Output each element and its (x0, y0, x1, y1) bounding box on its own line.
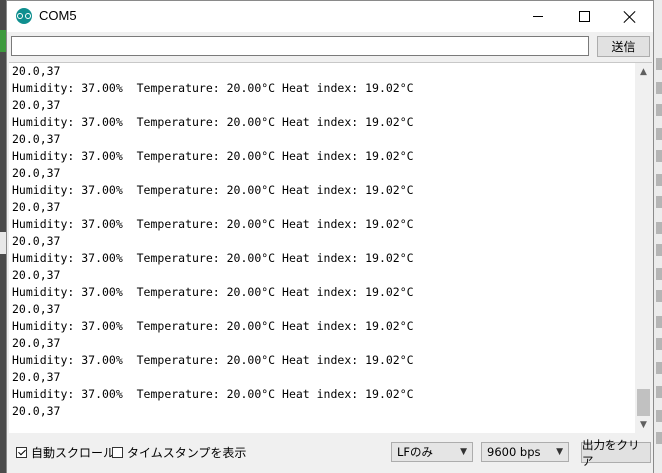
output-line: Humidity: 37.00% Temperature: 20.00°C He… (12, 217, 414, 231)
line-ending-value: LFのみ (397, 445, 434, 459)
maximize-button[interactable] (561, 1, 607, 32)
baud-rate-value: 9600 bps (487, 445, 541, 459)
output-line: Humidity: 37.00% Temperature: 20.00°C He… (12, 115, 414, 129)
scroll-thumb[interactable] (637, 389, 650, 416)
minimize-icon (533, 16, 543, 17)
serial-output[interactable]: 20.0,37 Humidity: 37.00% Temperature: 20.… (9, 62, 652, 433)
chevron-down-icon: ▼ (556, 447, 563, 457)
output-line: Humidity: 37.00% Temperature: 20.00°C He… (12, 319, 414, 333)
maximize-icon (578, 11, 590, 22)
minimize-button[interactable] (515, 1, 561, 32)
baud-rate-select[interactable]: 9600 bps ▼ (481, 442, 569, 462)
close-icon (624, 11, 636, 23)
window-title: COM5 (39, 8, 77, 23)
output-line: 20.0,37 (12, 268, 61, 282)
checkbox-unchecked-icon[interactable] (112, 447, 123, 458)
title-bar: COM5 (7, 1, 653, 32)
output-line: Humidity: 37.00% Temperature: 20.00°C He… (12, 183, 414, 197)
output-line: 20.0,37 (12, 132, 61, 146)
output-line: Humidity: 37.00% Temperature: 20.00°C He… (12, 149, 414, 163)
send-button[interactable]: 送信 (597, 36, 650, 57)
output-line: 20.0,37 (12, 336, 61, 350)
output-line: Humidity: 37.00% Temperature: 20.00°C He… (12, 387, 414, 401)
output-line: 20.0,37 (12, 166, 61, 180)
autoscroll-checkbox[interactable]: 自動スクロール (16, 444, 115, 461)
line-ending-select[interactable]: LFのみ ▼ (391, 442, 473, 462)
output-line: 20.0,37 (12, 404, 61, 418)
output-line: 20.0,37 (12, 234, 61, 248)
close-button[interactable] (607, 1, 653, 32)
output-line: Humidity: 37.00% Temperature: 20.00°C He… (12, 353, 414, 367)
scroll-up-icon[interactable]: ▲ (635, 63, 652, 80)
output-line: 20.0,37 (12, 302, 61, 316)
send-input[interactable] (11, 36, 589, 56)
output-line: Humidity: 37.00% Temperature: 20.00°C He… (12, 251, 414, 265)
timestamp-label: タイムスタンプを表示 (127, 446, 247, 460)
timestamp-checkbox[interactable]: タイムスタンプを表示 (112, 444, 246, 461)
autoscroll-label: 自動スクロール (31, 446, 116, 460)
output-line: Humidity: 37.00% Temperature: 20.00°C He… (12, 81, 414, 95)
output-line: 20.0,37 (12, 64, 61, 78)
clear-output-button[interactable]: 出力をクリア (581, 438, 651, 468)
output-line: 20.0,37 (12, 98, 61, 112)
serial-monitor-window: COM5 送信 20.0,37 Humidity: 37.00% Temperat… (6, 0, 654, 473)
send-row: 送信 (7, 32, 653, 62)
output-line: 20.0,37 (12, 370, 61, 384)
chevron-down-icon: ▼ (460, 447, 467, 457)
output-line: Humidity: 37.00% Temperature: 20.00°C He… (12, 285, 414, 299)
scroll-down-icon[interactable]: ▼ (635, 416, 652, 433)
output-line: 20.0,37 (12, 200, 61, 214)
arduino-icon (16, 8, 32, 24)
output-lines: 20.0,37 Humidity: 37.00% Temperature: 20.… (12, 63, 632, 420)
footer-bar: 自動スクロール タイムスタンプを表示 LFのみ ▼ 9600 bps ▼ 出力を… (7, 437, 653, 473)
background-right (653, 0, 662, 473)
vertical-scrollbar[interactable]: ▲ ▼ (635, 63, 652, 433)
checkbox-checked-icon[interactable] (16, 447, 27, 458)
